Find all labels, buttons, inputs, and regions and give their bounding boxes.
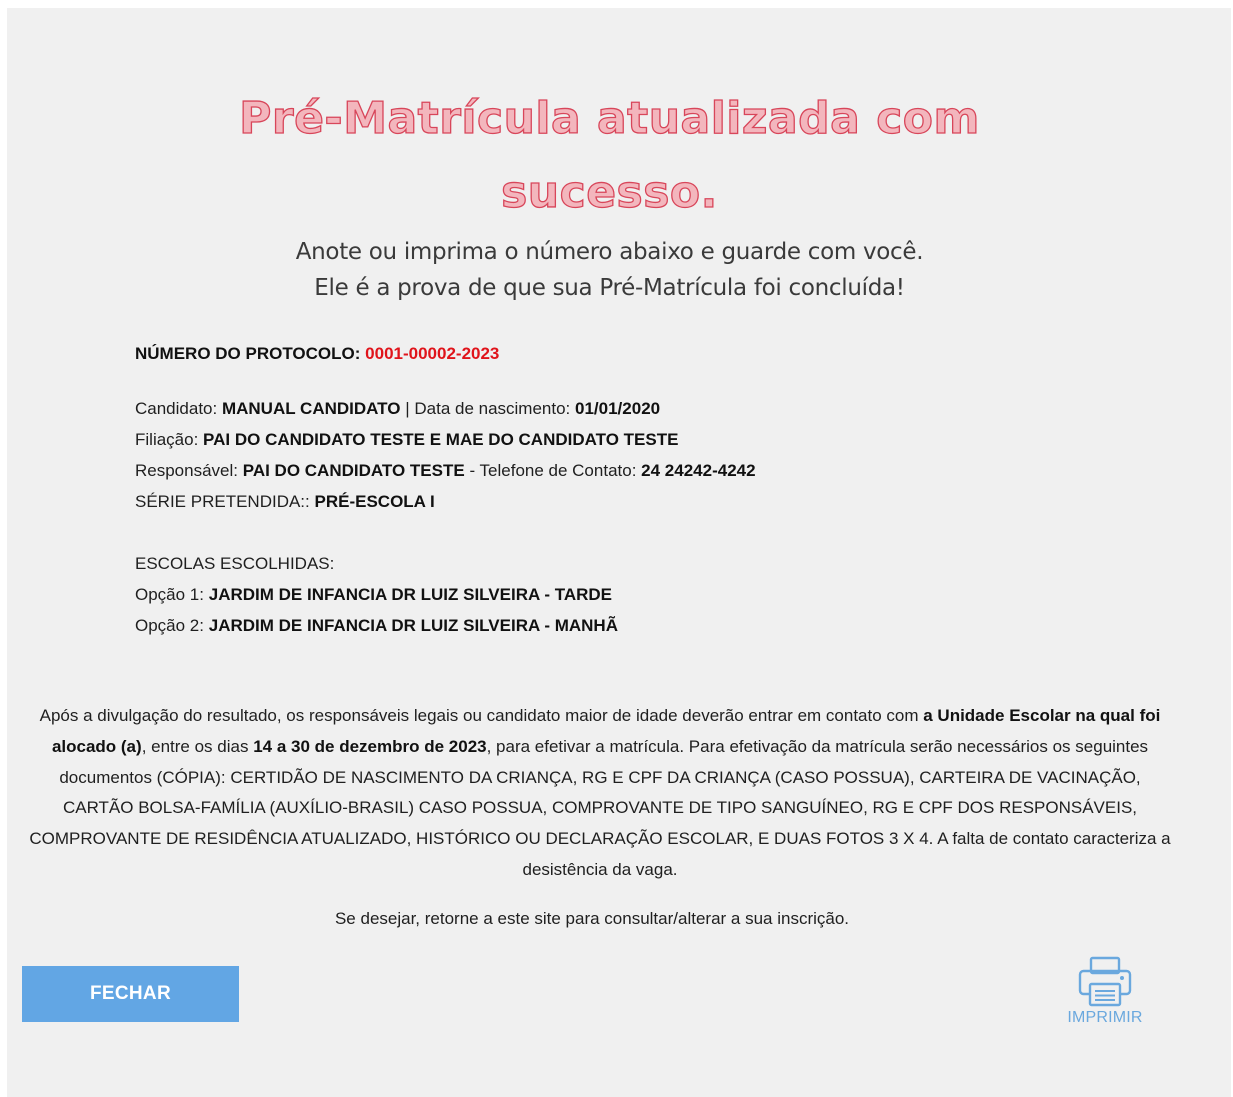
close-button[interactable]: FECHAR [22, 966, 239, 1022]
filiation-label: Filiação: [135, 430, 199, 449]
school-option-label: Opção 2: [135, 616, 204, 635]
candidate-label: Candidato: [135, 399, 218, 418]
return-hint: Se desejar, retorne a este site para con… [334, 909, 850, 928]
responsible-label: Responsável: [135, 461, 239, 480]
filiation-row: Filiação: PAI DO CANDIDATO TESTE E MAE D… [135, 424, 1035, 455]
birth-label: Data de nascimento: [414, 399, 571, 418]
school-option-value: JARDIM DE INFANCIA DR LUIZ SILVEIRA - TA… [208, 585, 613, 604]
protocol-row: NÚMERO DO PROTOCOLO: 0001-00002-2023 [135, 338, 1035, 369]
print-button[interactable]: IMPRIMIR [1055, 956, 1155, 1038]
candidate-separator: | [405, 399, 410, 418]
page-title-line-1: Pré-Matrícula atualizada com [238, 92, 980, 144]
candidate-row: Candidato: MANUAL CANDIDATO | Data de na… [135, 393, 1035, 424]
registration-info: NÚMERO DO PROTOCOLO: 0001-00002-2023 Can… [135, 338, 1035, 641]
page-subtitle: Anote ou imprima o número abaixo e guard… [7, 234, 1212, 306]
protocol-label: NÚMERO DO PROTOCOLO: [135, 344, 361, 363]
notice-bold-2: 14 a 30 de dezembro de 2023 [253, 736, 487, 756]
print-label: IMPRIMIR [1067, 1009, 1143, 1026]
printer-icon [1055, 956, 1155, 1008]
notice-text-1: Após a divulgação do resultado, os respo… [39, 706, 924, 725]
phone-label: - Telefone de Contato: [469, 461, 637, 480]
schools-heading-label: ESCOLAS ESCOLHIDAS: [135, 554, 335, 573]
school-option-label: Opção 1: [135, 585, 204, 604]
responsible-row: Responsável: PAI DO CANDIDATO TESTE - Te… [135, 455, 1035, 486]
school-option-value: JARDIM DE INFANCIA DR LUIZ SILVEIRA - MA… [208, 616, 618, 635]
filiation-value: PAI DO CANDIDATO TESTE E MAE DO CANDIDAT… [203, 430, 679, 449]
school-option-1: Opção 1: JARDIM DE INFANCIA DR LUIZ SILV… [135, 579, 1035, 610]
notice-text-3: , para efetivar a matrícula. Para efetiv… [29, 736, 1171, 879]
subtitle-line-2: Ele é a prova de que sua Pré-Matrícula f… [314, 275, 905, 301]
candidate-name: MANUAL CANDIDATO [221, 399, 401, 418]
schools-heading: ESCOLAS ESCOLHIDAS: [135, 548, 1035, 579]
birth-date: 01/01/2020 [575, 399, 661, 418]
grade-label: SÉRIE PRETENDIDA:: [135, 492, 310, 511]
protocol-number: 0001-00002-2023 [365, 344, 500, 363]
responsible-value: PAI DO CANDIDATO TESTE [242, 461, 465, 480]
notice-text-2: , entre os dias [141, 736, 254, 756]
phone-value: 24 24242-4242 [641, 461, 756, 480]
confirmation-panel: Pré-Matrícula atualizada com sucesso. An… [7, 8, 1231, 1097]
grade-value: PRÉ-ESCOLA I [314, 492, 435, 511]
grade-row: SÉRIE PRETENDIDA:: PRÉ-ESCOLA I [135, 486, 1035, 517]
enrollment-notice: Após a divulgação do resultado, os respo… [25, 701, 1175, 886]
page-title-line-2: sucesso. [500, 166, 718, 218]
subtitle-line-1: Anote ou imprima o número abaixo e guard… [295, 239, 924, 265]
page-title: Pré-Matrícula atualizada com sucesso. [7, 82, 1212, 230]
school-option-2: Opção 2: JARDIM DE INFANCIA DR LUIZ SILV… [135, 610, 1035, 641]
